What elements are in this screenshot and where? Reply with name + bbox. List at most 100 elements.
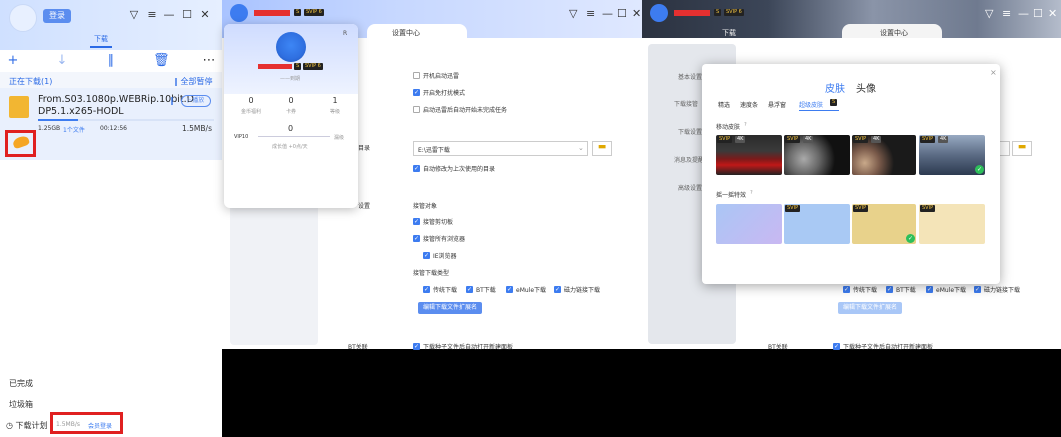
clock-icon: ◷	[6, 421, 13, 430]
vip-right: 漏级	[334, 135, 345, 141]
download-speed: 1.5MB/s	[182, 124, 212, 133]
edit-ext-button[interactable]: 编辑下载文件扩展名	[418, 302, 482, 314]
side-item-3[interactable]: 消息及提醒	[674, 155, 704, 164]
tab-download[interactable]: 下载	[85, 34, 117, 44]
checkbox-browsers[interactable]	[413, 235, 420, 242]
minimize-icon[interactable]: —	[1018, 7, 1029, 20]
checkbox-type-1[interactable]	[886, 286, 893, 293]
settings-window-skins: S SVIP 6 下载 设置中心 ▽ ≡ — ☐ ✕ 基本设置 下载接管 下载设…	[642, 0, 1061, 351]
row-pause-icon[interactable]: ‖	[170, 96, 174, 105]
minimize-icon[interactable]: —	[163, 8, 175, 21]
side-item-2[interactable]: 下载设置	[678, 127, 702, 136]
completed-item[interactable]: 已完成	[9, 378, 33, 389]
login-button[interactable]: 登录	[43, 9, 71, 23]
maximize-icon[interactable]: ☐	[181, 8, 193, 21]
opt-ie: IE浏览器	[433, 253, 457, 260]
checkbox-type-1[interactable]	[466, 286, 473, 293]
trash-icon[interactable]: 🗑	[153, 53, 170, 68]
takeover-label: 设置	[358, 203, 371, 210]
plan-item[interactable]: ◷ 下载计划	[6, 420, 48, 431]
shirt-icon[interactable]: ▽	[128, 8, 140, 21]
bt-option: 下载种子文件后自动打开新建面板	[423, 344, 514, 351]
trash-item[interactable]: 垃圾箱	[9, 399, 33, 410]
checkbox-type-2[interactable]	[506, 286, 513, 293]
download-icon[interactable]: ↓	[55, 53, 69, 68]
edit-ext-button[interactable]: 编辑下载文件扩展名	[838, 302, 902, 314]
checkbox-clipboard[interactable]	[413, 218, 420, 225]
tab-underline	[90, 46, 112, 48]
more-icon[interactable]: ⋯	[202, 53, 216, 68]
checkbox-type-0[interactable]	[843, 286, 850, 293]
tab-settings-center[interactable]: 设置中心	[880, 28, 908, 38]
effect-thumb-gradient[interactable]	[716, 204, 782, 244]
close-icon[interactable]: ✕	[199, 8, 211, 21]
checkbox-type-3[interactable]	[974, 286, 981, 293]
checkbox-startup[interactable]	[413, 72, 420, 79]
help-icon[interactable]: ?	[744, 122, 747, 128]
tab-settings-center[interactable]: 设置中心	[392, 28, 420, 38]
type-3: 磁力链接下载	[984, 287, 1021, 294]
s-badge: S	[294, 9, 302, 16]
subtab-3[interactable]: 超级皮肤	[799, 100, 823, 109]
profile-s-badge: S	[294, 63, 302, 70]
checkbox-type-3[interactable]	[554, 286, 561, 293]
add-icon[interactable]: +	[6, 53, 20, 68]
menu-icon[interactable]: ≡	[586, 7, 595, 20]
pause-all-button[interactable]: ‖ 全部暂停	[174, 76, 213, 87]
popup-corner-label[interactable]: R	[343, 30, 347, 37]
folder-icon[interactable]: ▬	[592, 141, 612, 156]
profile-avatar[interactable]	[276, 32, 306, 62]
checkbox-bt[interactable]	[413, 343, 420, 350]
pause-icon[interactable]: ∥	[104, 53, 118, 68]
close-icon[interactable]: ✕	[632, 7, 641, 20]
subtab-2[interactable]: 悬浮窗	[768, 100, 786, 109]
close-icon[interactable]: ✕	[1048, 7, 1057, 20]
chevron-down-icon[interactable]: ⌄	[578, 144, 584, 152]
checkbox-ie[interactable]	[423, 252, 430, 259]
thumb-svip-badge: SVIP	[785, 136, 801, 143]
checkbox-resume[interactable]	[413, 106, 420, 113]
side-item-4[interactable]: 高级设置	[678, 183, 702, 192]
file-count-link[interactable]: 1个文件	[63, 125, 85, 134]
menu-icon[interactable]: ≡	[1002, 7, 1011, 20]
help-icon[interactable]: ?	[750, 190, 753, 196]
checkbox-auto-dir[interactable]	[413, 165, 420, 172]
type-0: 传统下载	[433, 287, 458, 294]
avatar[interactable]	[230, 4, 248, 22]
avatar[interactable]	[650, 4, 668, 22]
subtab-1[interactable]: 速度条	[740, 100, 758, 109]
shirt-icon[interactable]: ▽	[985, 7, 993, 20]
shirt-icon[interactable]: ▽	[569, 7, 577, 20]
member-login-link[interactable]: 会员登录	[88, 421, 112, 430]
checkbox-type-2[interactable]	[926, 286, 933, 293]
play-button[interactable]: ▷播放	[181, 95, 211, 107]
popup-tab-avatar[interactable]: 头像	[856, 80, 876, 95]
checkbox-type-0[interactable]	[423, 286, 430, 293]
maximize-icon[interactable]: ☐	[1033, 7, 1043, 20]
thumb-svip-badge: SVIP	[920, 136, 936, 143]
stat-label-1: 卡券	[285, 109, 296, 115]
maximize-icon[interactable]: ☐	[617, 7, 627, 20]
checkbox-bt[interactable]	[833, 343, 840, 350]
minimize-icon[interactable]: —	[602, 7, 613, 20]
file-name-line2: DP5.1.x265-HODL	[38, 106, 124, 117]
popup-close-icon[interactable]: ×	[990, 68, 997, 77]
stat-label-0: 金币福利	[240, 109, 261, 115]
opt-browsers: 接管所有浏览器	[423, 236, 466, 243]
popup-tab-skin[interactable]: 皮肤	[825, 80, 845, 95]
selected-check-icon: ✓	[906, 234, 915, 243]
tab-download[interactable]: 下载	[722, 28, 736, 38]
pause-all-label: 全部暂停	[180, 77, 213, 86]
folder-icon[interactable]: ▬	[1012, 141, 1032, 156]
type-0: 传统下载	[853, 287, 878, 294]
profile-expire: ——到期	[280, 76, 301, 82]
menu-icon[interactable]: ≡	[146, 8, 158, 21]
time-left: 00:12:56	[100, 125, 127, 132]
side-item-1[interactable]: 下载接管	[674, 99, 698, 108]
type-2: eMule下载	[516, 287, 547, 294]
side-item-0[interactable]: 基本设置	[678, 72, 702, 81]
checkbox-silent[interactable]	[413, 89, 420, 96]
thumb-svip-badge: SVIP	[853, 205, 869, 212]
vip-badge: SVIP 6	[304, 9, 324, 16]
subtab-0[interactable]: 精选	[718, 100, 730, 109]
